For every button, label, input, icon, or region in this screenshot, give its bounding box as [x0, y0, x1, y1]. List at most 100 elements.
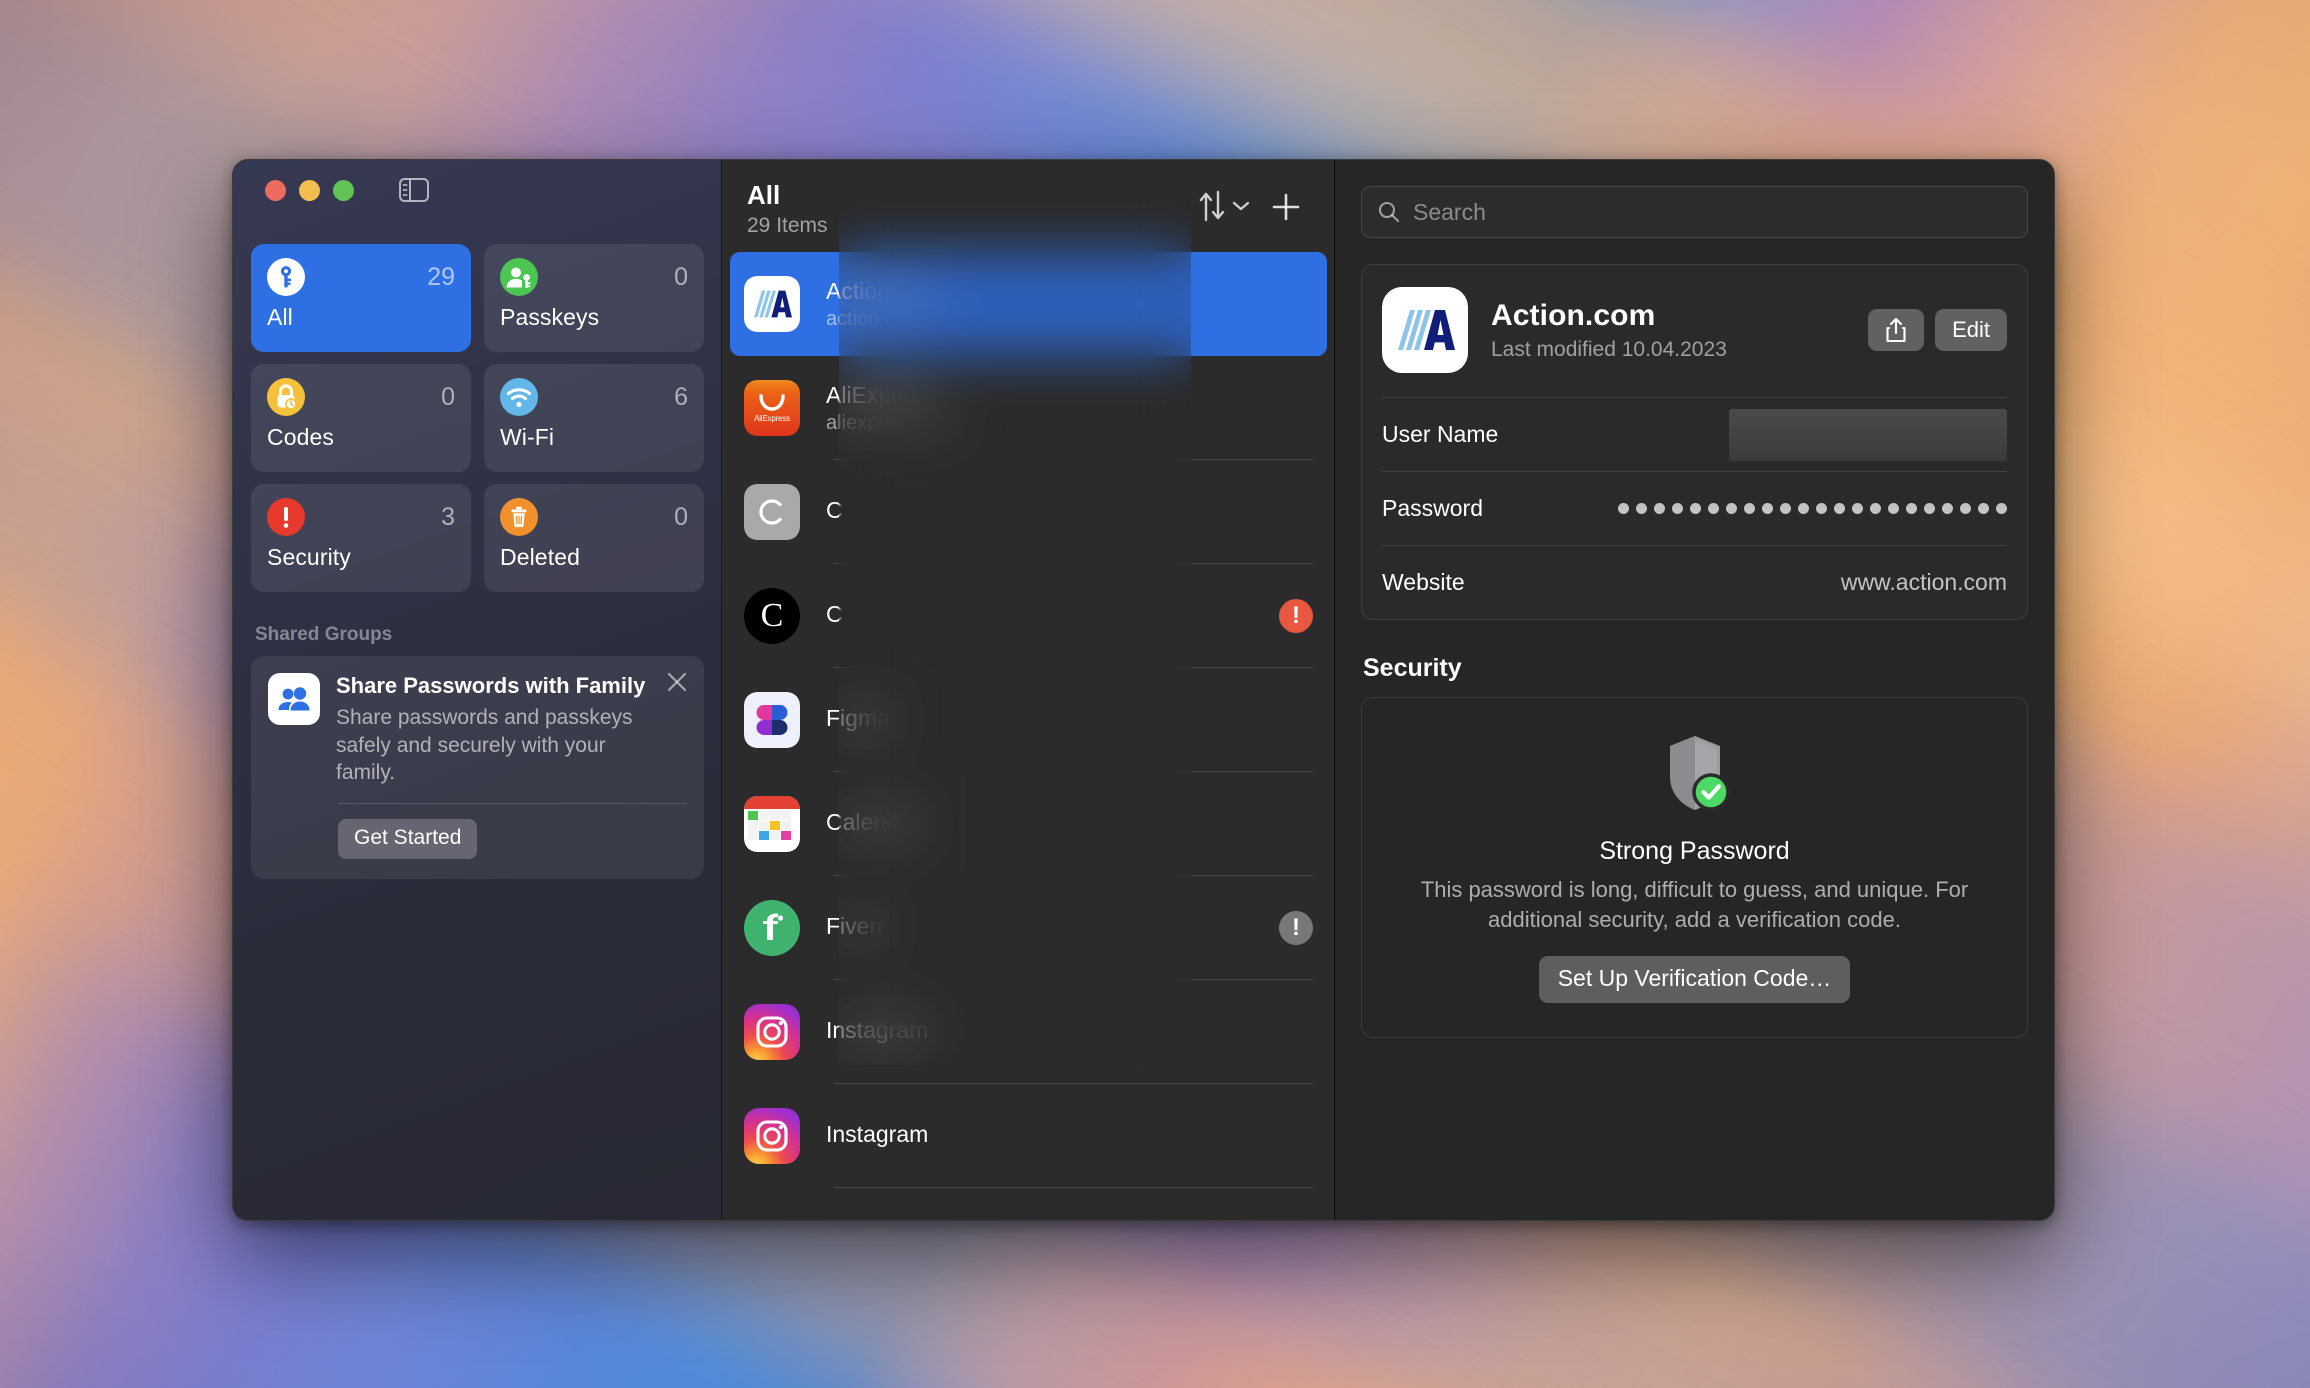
action-com-icon: [744, 276, 800, 332]
sidebar-category-codes[interactable]: 0 Codes: [251, 364, 471, 472]
category-count: 29: [427, 258, 455, 296]
minimize-button[interactable]: [299, 180, 320, 201]
warning-icon: [267, 498, 305, 536]
close-button[interactable]: [265, 180, 286, 201]
list-item-title: Calendar: [826, 809, 1313, 836]
list-item[interactable]: Figma: [722, 668, 1335, 772]
black-c-icon: C: [744, 588, 800, 644]
gray-c-icon: [744, 484, 800, 540]
field-label: Password: [1382, 495, 1483, 522]
warning-badge-gray: !: [1279, 911, 1313, 945]
list-item[interactable]: C C !: [722, 564, 1335, 668]
wifi-icon: [500, 378, 538, 416]
category-count: 0: [674, 258, 688, 296]
category-grid: 29 All 0 Passkeys: [251, 244, 704, 592]
action-com-icon: [1382, 287, 1468, 373]
key-icon: [267, 258, 305, 296]
item-last-modified: Last modified 10.04.2023: [1491, 338, 1845, 362]
list-item[interactable]: Action.com action.com: [730, 252, 1327, 356]
passkey-icon: [500, 258, 538, 296]
family-group-icon: [268, 673, 320, 725]
sidebar-category-passkeys[interactable]: 0 Passkeys: [484, 244, 704, 352]
list-item-subtitle: action.com: [826, 308, 1305, 331]
credential-fields: User Name Password Website www.action.co…: [1382, 397, 2007, 619]
sidebar-category-security[interactable]: 3 Security: [251, 484, 471, 592]
field-value: www.action.com: [1841, 569, 2007, 596]
field-row[interactable]: Website www.action.com: [1382, 545, 2007, 619]
search-placeholder: Search: [1413, 199, 1486, 226]
promo-title: Share Passwords with Family: [336, 673, 659, 700]
category-label: Passkeys: [500, 304, 688, 331]
shared-groups-heading: Shared Groups: [255, 624, 704, 646]
field-label: Website: [1382, 569, 1465, 596]
code-lock-icon: [267, 378, 305, 416]
security-heading: Security: [1363, 654, 2028, 683]
key-icon: [267, 258, 305, 296]
sort-icon: [1197, 190, 1227, 222]
detail-column: Search Action.com Last modifi: [1335, 160, 2054, 1220]
items-list-column: All 29 Items: [722, 160, 1335, 1220]
trash-icon: [500, 498, 538, 536]
passwords-window: 29 All 0 Passkeys: [232, 159, 2055, 1221]
passkey-icon: [500, 258, 538, 296]
zoom-button[interactable]: [333, 180, 354, 201]
search-input[interactable]: Search: [1361, 186, 2028, 238]
share-icon: [1885, 317, 1907, 343]
instagram-icon: [744, 1004, 800, 1060]
list-item-title: Instagram: [826, 1121, 1313, 1148]
list-item[interactable]: Fiverr !: [722, 876, 1335, 980]
list-item-title: Figma: [826, 705, 1313, 732]
category-label: Security: [267, 544, 455, 571]
trash-icon: [500, 498, 538, 536]
password-strength-description: This password is long, difficult to gues…: [1396, 875, 1993, 934]
sidebar-category-deleted[interactable]: 0 Deleted: [484, 484, 704, 592]
category-count: 3: [441, 498, 455, 536]
list-item[interactable]: Calendar: [722, 772, 1335, 876]
list-item-title: Action.com: [826, 278, 1305, 305]
window-titlebar: [251, 160, 704, 220]
warning-icon: [267, 498, 305, 536]
list-item[interactable]: AliExpress AliExpress aliexpress.com: [722, 356, 1335, 460]
wifi-icon: [500, 378, 538, 416]
share-passwords-promo-card: Share Passwords with Family Share passwo…: [251, 656, 704, 879]
instagram-icon: [744, 1108, 800, 1164]
calendar-icon: [744, 796, 800, 852]
edit-button[interactable]: Edit: [1935, 309, 2007, 351]
item-header: Action.com Last modified 10.04.2023 Edit: [1382, 265, 2007, 397]
list-item-title: AliExpress: [826, 382, 1313, 409]
get-started-button[interactable]: Get Started: [338, 819, 477, 859]
close-icon[interactable]: [666, 671, 688, 693]
category-label: All: [267, 304, 455, 331]
category-label: Codes: [267, 424, 455, 451]
item-title: Action.com: [1491, 299, 1845, 333]
shield-check-icon: [1396, 732, 1993, 821]
promo-divider: [338, 803, 687, 804]
chevron-down-icon: [1231, 199, 1251, 213]
search-icon: [1377, 200, 1401, 224]
list-item[interactable]: C: [722, 460, 1335, 564]
category-label: Wi-Fi: [500, 424, 688, 451]
figma-icon: [744, 692, 800, 748]
list-item[interactable]: Instagram: [722, 1084, 1335, 1188]
list-item-subtitle: aliexpress.com: [826, 412, 1313, 435]
list-item-title: Instagram: [826, 1017, 1313, 1044]
add-item-button[interactable]: [1265, 188, 1307, 226]
plus-icon: [1269, 190, 1303, 224]
promo-description: Share passwords and passkeys safely and …: [336, 704, 659, 787]
category-label: Deleted: [500, 544, 688, 571]
fiverr-icon: [744, 900, 800, 956]
sidebar-category-all[interactable]: 29 All: [251, 244, 471, 352]
list-item[interactable]: Instagram: [722, 980, 1335, 1084]
field-label: User Name: [1382, 421, 1498, 448]
field-row[interactable]: Password: [1382, 471, 2007, 545]
field-row[interactable]: User Name: [1382, 397, 2007, 471]
sidebar-toggle-icon[interactable]: [395, 175, 433, 205]
list-item-count: 29 Items: [747, 214, 828, 238]
category-count: 0: [441, 378, 455, 416]
set-up-verification-code-button[interactable]: Set Up Verification Code…: [1539, 956, 1851, 1003]
sidebar: 29 All 0 Passkeys: [233, 160, 722, 1220]
items-list[interactable]: Action.com action.com AliExpress AliExpr…: [722, 252, 1335, 1220]
sidebar-category-wi-fi[interactable]: 6 Wi-Fi: [484, 364, 704, 472]
share-button[interactable]: [1868, 309, 1924, 351]
sort-button[interactable]: [1193, 188, 1255, 224]
